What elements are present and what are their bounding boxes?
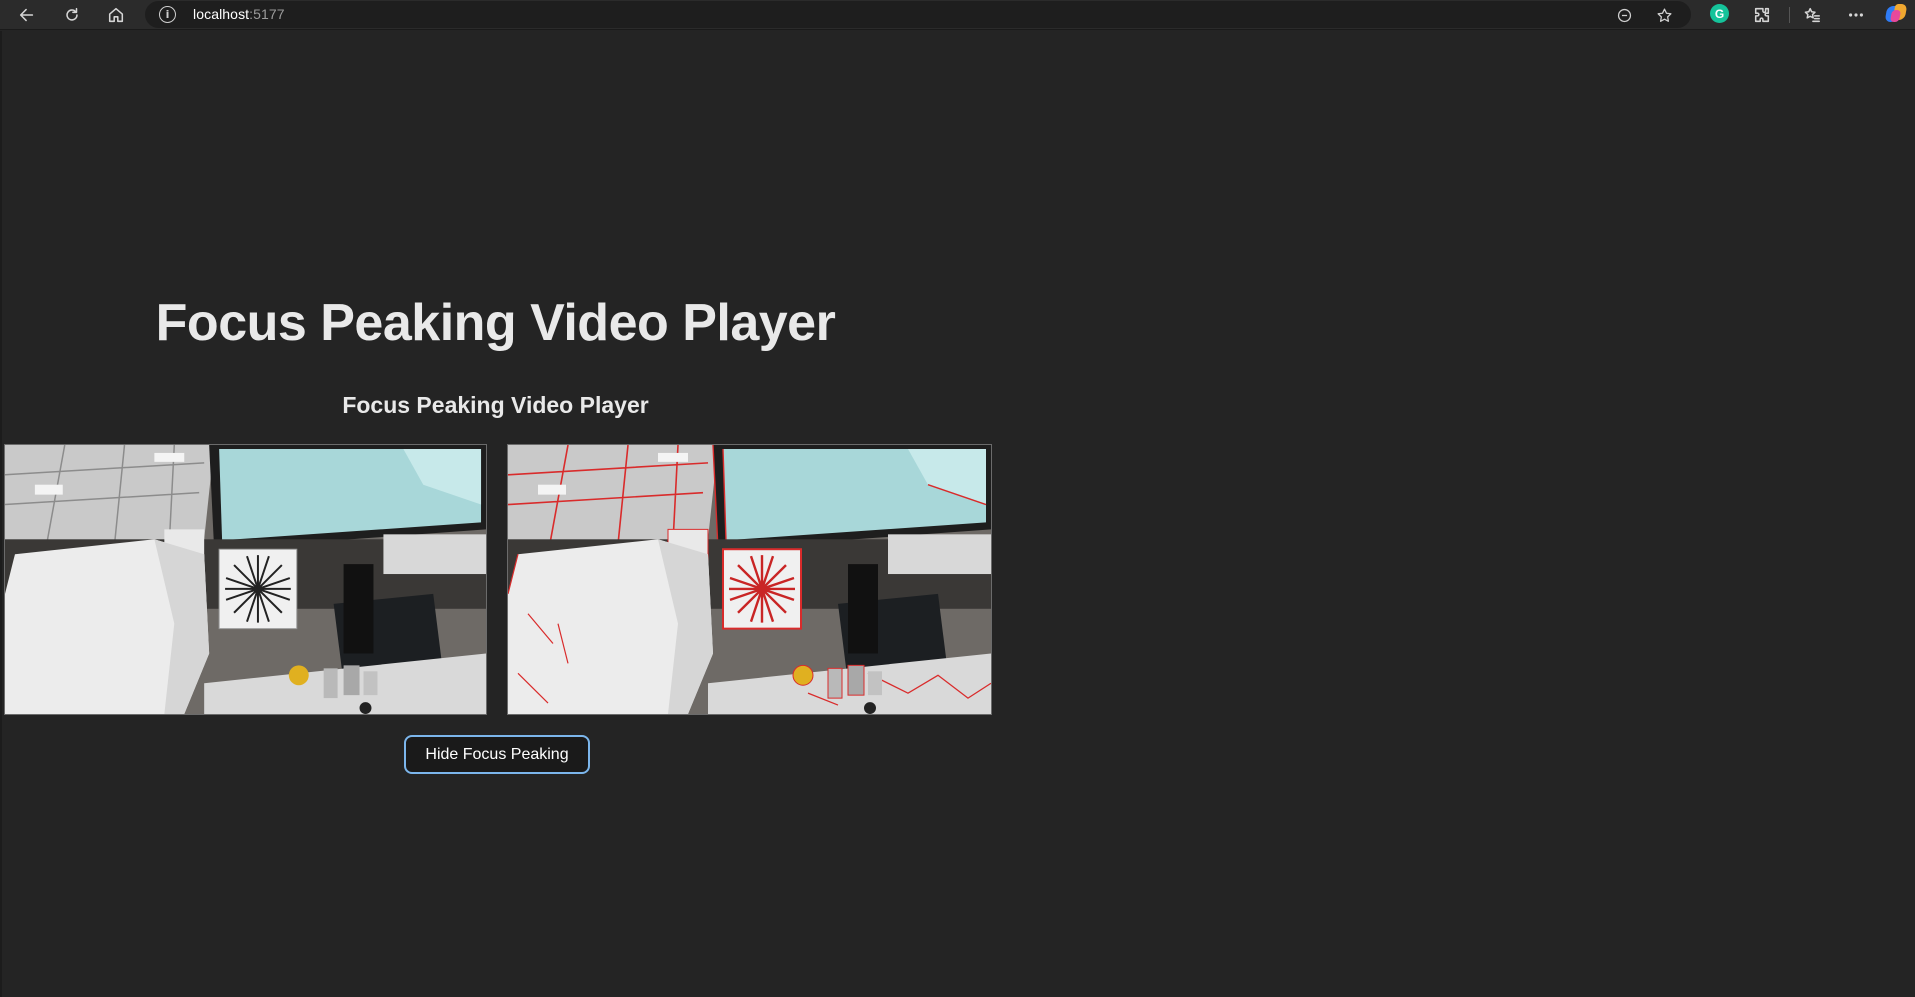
original-video-frame bbox=[5, 445, 486, 714]
page-viewport: Focus Peaking Video Player Focus Peaking… bbox=[0, 31, 1915, 997]
browser-toolbar: i localhost:5177 G bbox=[0, 0, 1915, 30]
focus-peaking-video[interactable] bbox=[507, 444, 992, 715]
reader-mode-icon[interactable] bbox=[1614, 5, 1634, 25]
focus-peaking-frame bbox=[508, 445, 991, 714]
more-menu-icon[interactable] bbox=[1842, 2, 1870, 28]
grammarly-letter: G bbox=[1714, 6, 1725, 21]
page-title: Focus Peaking Video Player bbox=[155, 294, 836, 352]
reload-icon[interactable] bbox=[58, 2, 86, 28]
grammarly-icon[interactable]: G bbox=[1710, 4, 1729, 23]
url-host: localhost bbox=[193, 6, 250, 22]
url-text[interactable]: localhost:5177 bbox=[193, 6, 285, 22]
hide-focus-peaking-button[interactable]: Hide Focus Peaking bbox=[404, 735, 590, 774]
copilot-icon[interactable] bbox=[1884, 4, 1908, 24]
player-heading: Focus Peaking Video Player bbox=[342, 392, 649, 418]
original-video[interactable] bbox=[4, 444, 487, 715]
home-icon[interactable] bbox=[102, 2, 130, 28]
favorites-icon[interactable] bbox=[1798, 2, 1826, 28]
extensions-icon[interactable] bbox=[1748, 2, 1776, 28]
address-bar[interactable]: i localhost:5177 bbox=[145, 1, 1691, 28]
back-icon[interactable] bbox=[13, 2, 41, 28]
url-port: :5177 bbox=[249, 6, 285, 22]
site-info-icon[interactable]: i bbox=[159, 6, 176, 23]
site-info-glyph: i bbox=[165, 8, 170, 21]
favorite-star-icon[interactable] bbox=[1654, 5, 1674, 25]
toolbar-divider bbox=[1789, 7, 1790, 23]
app-root: Focus Peaking Video Player Focus Peaking… bbox=[2, 31, 992, 997]
